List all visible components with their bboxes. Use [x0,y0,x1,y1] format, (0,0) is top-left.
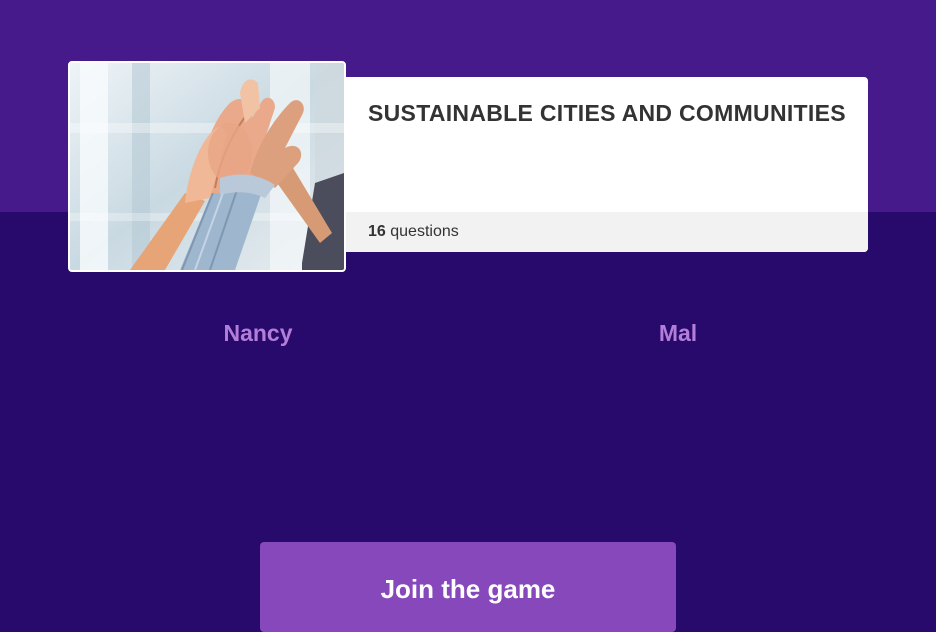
question-count-label: questions [390,223,459,240]
quiz-footer: 16 questions [346,212,868,252]
question-count-number: 16 [368,223,386,240]
quiz-image [68,61,346,272]
question-count: 16 questions [368,222,459,242]
join-game-button-label: Join the game [380,574,556,604]
hands-high-five-photo [70,63,344,270]
quiz-card[interactable]: SUSTAINABLE CITIES AND COMMUNITIES 16 qu… [346,77,868,252]
quiz-title: SUSTAINABLE CITIES AND COMMUNITIES [368,100,846,126]
player-name-mal: Mal [658,320,698,346]
player-name-nancy: Nancy [223,320,293,346]
